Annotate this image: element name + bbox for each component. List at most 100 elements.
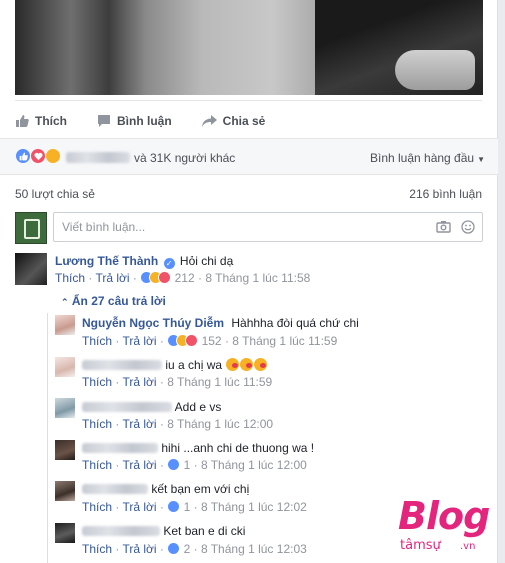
reply-text: Hàhhha đòi quá chứ chi	[231, 316, 359, 330]
replies-thread-line	[47, 313, 48, 563]
kiss-emoji-icon	[226, 358, 240, 371]
collapse-arrow-icon: ⌃	[61, 297, 69, 307]
share-arrow-icon	[201, 115, 217, 127]
comment-input[interactable]: Viết bình luận...	[53, 212, 483, 242]
separator: ·	[190, 500, 201, 514]
blurred-name	[82, 360, 162, 370]
separator: ·	[112, 417, 123, 431]
post-card: Thích Bình luận Chia sẻ và 31K người khá…	[0, 0, 498, 563]
reply-like-link[interactable]: Thích	[82, 334, 112, 348]
reply-reply-link[interactable]: Trả lời	[122, 375, 156, 389]
reply-timestamp[interactable]: 8 Tháng 1 lúc 11:59	[232, 334, 337, 348]
love-reaction-icon	[158, 271, 172, 284]
thumbs-up-icon	[16, 115, 29, 127]
sort-comments-dropdown[interactable]: Bình luận hàng đầu ▼	[370, 151, 485, 165]
reply-avatar[interactable]	[55, 398, 75, 418]
camera-icon[interactable]	[436, 220, 451, 233]
like-reaction-icon	[167, 542, 181, 555]
reaction-count[interactable]: 152	[202, 334, 222, 348]
separator: ·	[156, 375, 168, 389]
comment-button-label: Bình luận	[117, 114, 172, 128]
watermark-brand: Blog	[398, 494, 490, 538]
like-button-label: Thích	[35, 114, 67, 128]
separator: ·	[190, 542, 201, 556]
separator: ·	[190, 458, 201, 472]
verified-badge-icon: ✓	[163, 258, 175, 269]
comment-timestamp[interactable]: 8 Tháng 1 lúc 11:58	[205, 271, 310, 285]
reply-body: Nguyễn Ngọc Thúy Diễm Hàhhha đòi quá chứ…	[82, 316, 359, 330]
reply-actions: Thích · Trả lời · 1 · 8 Tháng 1 lúc 12:0…	[82, 458, 307, 472]
separator: ·	[112, 542, 123, 556]
reply-like-link[interactable]: Thích	[82, 417, 112, 431]
separator: ·	[221, 334, 233, 348]
separator: ·	[112, 500, 123, 514]
separator: ·	[112, 375, 123, 389]
reply-body: iu a chị wa	[82, 358, 268, 372]
post-action-bar: Thích Bình luận Chia sẻ	[15, 110, 295, 132]
sort-label-text: Bình luận hàng đầu	[369, 151, 475, 165]
reply-reply-link[interactable]: Trả lời	[122, 458, 156, 472]
reply-text: Add e vs	[174, 400, 222, 414]
comment-reply-link[interactable]: Trả lời	[95, 271, 129, 285]
reply-author-name[interactable]: Nguyễn Ngọc Thúy Diễm	[82, 316, 224, 330]
composer-tools	[436, 220, 475, 234]
reply-timestamp[interactable]: 8 Tháng 1 lúc 12:03	[201, 542, 307, 556]
reply-reply-link[interactable]: Trả lời	[122, 417, 156, 431]
reply-timestamp[interactable]: 8 Tháng 1 lúc 11:59	[167, 375, 272, 389]
reactions-count-text: và 31K người khác	[134, 151, 236, 165]
reply-like-link[interactable]: Thích	[82, 500, 112, 514]
love-reaction-icon	[185, 334, 199, 347]
reply-timestamp[interactable]: 8 Tháng 1 lúc 12:02	[201, 500, 307, 514]
comment-text: Hỏi chi dạ	[179, 254, 234, 268]
composer-avatar[interactable]	[15, 212, 47, 244]
blurred-name	[82, 402, 172, 412]
reply-like-link[interactable]: Thích	[82, 375, 112, 389]
separator: ·	[156, 417, 168, 431]
reply-like-link[interactable]: Thích	[82, 458, 112, 472]
smiley-icon[interactable]	[461, 220, 475, 234]
reply-reply-link[interactable]: Trả lời	[122, 334, 156, 348]
like-button[interactable]: Thích	[15, 114, 67, 128]
comment-button[interactable]: Bình luận	[97, 114, 172, 128]
reply-text: iu a chị wa	[165, 358, 223, 372]
hide-replies-link[interactable]: ⌃ Ẩn 27 câu trả lời	[61, 294, 166, 308]
share-button[interactable]: Chia sẻ	[201, 114, 265, 128]
separator: ·	[156, 542, 168, 556]
separator: ·	[112, 334, 123, 348]
separator: ·	[156, 458, 168, 472]
blog-watermark-logo: Blog tâmsự .vn	[398, 492, 498, 558]
reply-timestamp[interactable]: 8 Tháng 1 lúc 12:00	[201, 458, 307, 472]
reply-body: Add e vs	[82, 400, 221, 414]
blurred-name	[82, 526, 160, 536]
reply-avatar[interactable]	[55, 523, 75, 543]
reply-actions: Thích · Trả lời · 8 Tháng 1 lúc 11:59	[82, 375, 272, 389]
separator: ·	[156, 334, 168, 348]
like-reaction-icon	[167, 458, 181, 471]
reply-actions: Thích · Trả lời · 2 · 8 Tháng 1 lúc 12:0…	[82, 542, 307, 556]
commenter-name[interactable]: Lương Thế Thành	[55, 254, 158, 268]
reply-body: Ket ban e di cki	[82, 524, 245, 538]
reply-reply-link[interactable]: Trả lời	[122, 500, 156, 514]
blurred-name	[66, 152, 130, 163]
blurred-name	[82, 484, 148, 494]
separator: ·	[112, 458, 123, 472]
reply-avatar[interactable]	[55, 315, 75, 335]
reply-like-link[interactable]: Thích	[82, 542, 112, 556]
reply-avatar[interactable]	[55, 357, 75, 377]
comment-like-link[interactable]: Thích	[55, 271, 85, 285]
comment-count[interactable]: 216 bình luận	[409, 187, 482, 201]
reply-avatar[interactable]	[55, 440, 75, 460]
separator: ·	[156, 500, 168, 514]
reply-timestamp[interactable]: 8 Tháng 1 lúc 12:00	[167, 417, 273, 431]
commenter-avatar[interactable]	[15, 253, 47, 285]
kiss-emoji-icon	[254, 358, 268, 371]
blurred-name	[82, 443, 158, 453]
share-count[interactable]: 50 lượt chia sẻ	[15, 187, 95, 201]
comment-actions: Thích · Trả lời · 212 · 8 Tháng 1 lúc 11…	[55, 271, 310, 285]
separator: ·	[132, 271, 141, 285]
reply-avatar[interactable]	[55, 481, 75, 501]
reaction-count[interactable]: 212	[175, 271, 195, 285]
post-photo[interactable]	[15, 0, 483, 95]
reactions-summary[interactable]: và 31K người khác Bình luận hàng đầu ▼	[0, 138, 498, 175]
reply-reply-link[interactable]: Trả lời	[122, 542, 156, 556]
